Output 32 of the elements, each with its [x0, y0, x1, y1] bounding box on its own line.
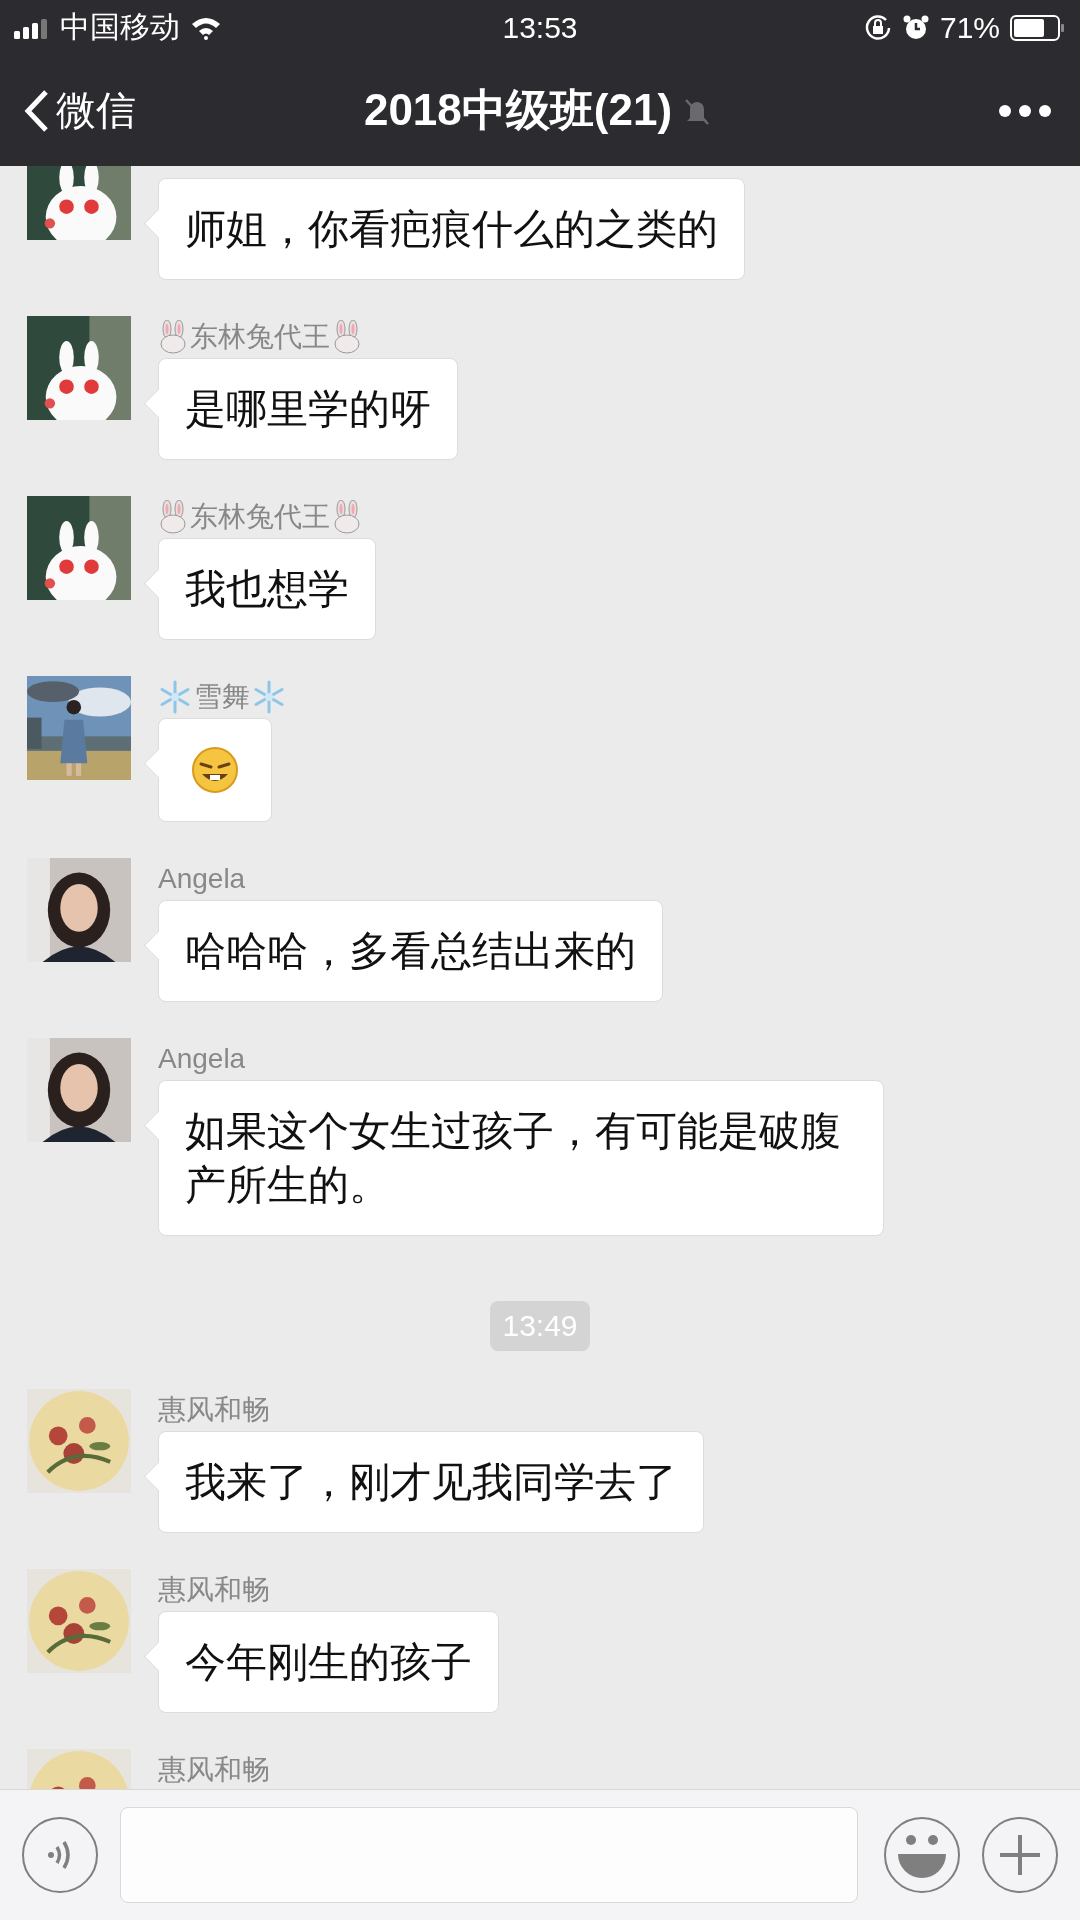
message-input[interactable]: [120, 1807, 858, 1903]
clock-time: 13:53: [502, 10, 578, 45]
snowflake-icon: [158, 680, 192, 714]
rotation-lock-icon: [863, 13, 892, 42]
plus-icon: [998, 1833, 1042, 1877]
back-button[interactable]: 微信: [24, 83, 224, 138]
rabbit-icon: [158, 320, 188, 354]
sender-name: Angela: [158, 1043, 246, 1075]
sender-name: Angela: [158, 863, 246, 895]
battery-icon: [1010, 14, 1066, 41]
sender-name: 东林兔代王: [190, 500, 330, 534]
emoji-button[interactable]: [884, 1817, 960, 1893]
chat-title: 2018中级班(21): [363, 84, 673, 136]
battery-percentage: 71%: [939, 10, 1000, 45]
grin-emoji-icon: [191, 746, 239, 794]
voice-button[interactable]: [22, 1817, 98, 1893]
add-button[interactable]: [982, 1817, 1058, 1893]
snowflake-icon: [252, 680, 286, 714]
carrier-name: 中国移动: [60, 9, 180, 45]
rabbit-icon: [332, 500, 362, 534]
wifi-icon: [190, 15, 222, 40]
chevron-left-icon: [24, 88, 50, 133]
sender-name: 东林兔代王: [190, 320, 330, 354]
rabbit-icon: [158, 500, 188, 534]
rabbit-icon: [332, 320, 362, 354]
signal-icon: [14, 16, 50, 39]
more-icon: [998, 103, 1052, 118]
sender-name: 惠风和畅: [158, 1393, 270, 1427]
sender-name: 惠风和畅: [158, 1753, 270, 1787]
sender-name: 惠风和畅: [158, 1573, 270, 1607]
sender-name: 雪舞: [194, 680, 250, 714]
alarm-icon: [901, 13, 930, 42]
